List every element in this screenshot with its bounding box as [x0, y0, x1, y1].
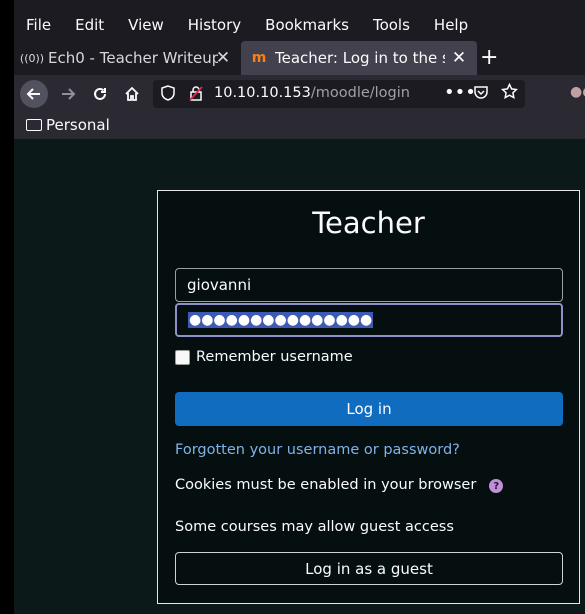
menu-tools[interactable]: Tools: [373, 16, 410, 38]
tracking-shield-icon[interactable]: [161, 85, 175, 105]
cookies-notice: Cookies must be enabled in your browser …: [175, 477, 504, 493]
tab-title: Ech0 - Teacher Writeup: [48, 49, 218, 67]
back-arrow-icon: [26, 88, 40, 100]
menu-edit[interactable]: Edit: [75, 16, 104, 38]
forgot-password-link[interactable]: Forgotten your username or password?: [175, 442, 460, 458]
username-value: giovanni: [187, 276, 252, 294]
tab-strip: ((0)) Ech0 - Teacher Writeup ✕ m Teacher…: [14, 41, 585, 75]
guest-login-button[interactable]: Log in as a guest: [175, 552, 563, 585]
address-bar[interactable]: 10.10.10.153/moodle/login •••: [153, 80, 525, 108]
page-actions-icon[interactable]: •••: [444, 82, 476, 103]
close-tab-icon[interactable]: ✕: [449, 48, 469, 68]
insecure-lock-icon[interactable]: [189, 85, 203, 105]
bookmark-star-icon[interactable]: [500, 82, 519, 105]
new-tab-button[interactable]: +: [480, 45, 498, 70]
menu-help[interactable]: Help: [434, 16, 468, 38]
reload-icon: [94, 87, 106, 100]
reload-button[interactable]: [86, 80, 114, 108]
folder-icon: [26, 119, 42, 131]
tab-title: Teacher: Log in to the site: [275, 49, 445, 67]
forward-arrow-icon: [62, 88, 76, 100]
login-card: Teacher giovanni ●●●●●●●●●●●●●●● Remembe…: [157, 190, 580, 604]
bookmark-folder-label: Personal: [46, 116, 110, 134]
login-button[interactable]: Log in: [175, 392, 563, 426]
menu-history[interactable]: History: [188, 16, 241, 38]
remember-checkbox[interactable]: [175, 349, 190, 365]
url-path: /moodle/login: [310, 85, 410, 101]
menu-bookmarks[interactable]: Bookmarks: [265, 16, 349, 38]
password-value: ●●●●●●●●●●●●●●●: [188, 312, 374, 328]
bookmarks-toolbar: Personal: [14, 113, 585, 139]
moodle-favicon-icon: m: [251, 50, 267, 66]
remember-label: Remember username: [196, 349, 353, 365]
username-field[interactable]: giovanni: [175, 268, 563, 302]
url-host: 10.10.10.153: [214, 85, 311, 101]
page-content: Teacher giovanni ●●●●●●●●●●●●●●● Remembe…: [14, 139, 585, 614]
home-button[interactable]: [118, 80, 146, 108]
menu-view[interactable]: View: [128, 16, 164, 38]
help-icon[interactable]: ?: [489, 479, 504, 493]
guest-access-note: Some courses may allow guest access: [175, 519, 454, 535]
remember-username[interactable]: Remember username: [175, 349, 353, 365]
ech0-favicon-icon: ((0)): [19, 51, 45, 65]
extension-icon[interactable]: ●●: [570, 84, 585, 100]
forward-button[interactable]: [54, 80, 82, 108]
window-edge: [0, 0, 14, 614]
menu-file[interactable]: File: [26, 16, 51, 38]
login-title: Teacher: [312, 206, 425, 240]
back-button[interactable]: [20, 80, 48, 108]
cookies-text: Cookies must be enabled in your browser: [175, 477, 477, 493]
navigation-toolbar: 10.10.10.153/moodle/login ••• ●●: [14, 75, 585, 113]
browser-chrome: File Edit View History Bookmarks Tools H…: [14, 0, 585, 139]
tab-teacher-login[interactable]: m Teacher: Log in to the site ✕: [241, 41, 477, 75]
menu-bar: File Edit View History Bookmarks Tools H…: [14, 16, 480, 38]
tab-ech0-writeup[interactable]: ((0)) Ech0 - Teacher Writeup ✕: [14, 41, 241, 75]
url-text[interactable]: 10.10.10.153/moodle/login: [214, 85, 410, 101]
home-icon: [125, 86, 139, 101]
password-field[interactable]: ●●●●●●●●●●●●●●●: [175, 303, 563, 337]
close-tab-icon[interactable]: ✕: [213, 48, 233, 68]
bookmark-folder-personal[interactable]: Personal: [26, 116, 110, 134]
pocket-icon[interactable]: [473, 84, 489, 104]
